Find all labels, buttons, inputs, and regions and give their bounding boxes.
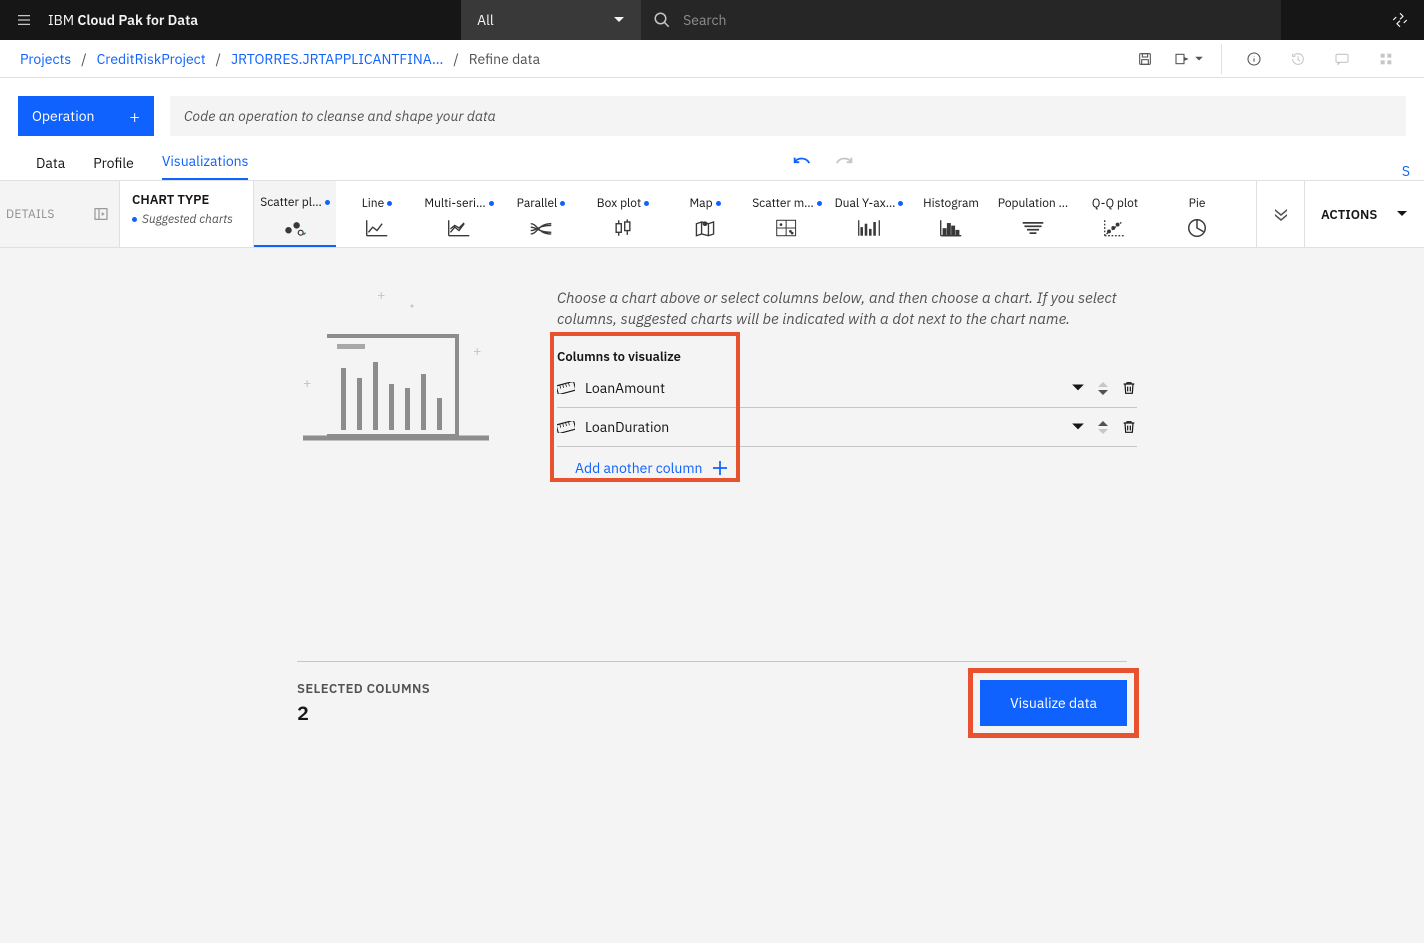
column-dropdown[interactable]: [1071, 422, 1085, 432]
breadcrumb-project[interactable]: CreditRiskProject: [97, 50, 206, 68]
hamburger-menu-icon[interactable]: [0, 0, 48, 40]
delete-column-icon[interactable]: [1121, 379, 1137, 397]
chart-type-header: CHART TYPE Suggested charts: [120, 181, 254, 247]
chevron-down-icon: [613, 16, 625, 24]
measure-icon: [557, 382, 575, 394]
details-panel-toggle[interactable]: DETAILS: [0, 181, 120, 247]
run-icon[interactable]: [1171, 43, 1207, 75]
svg-text:+: +: [377, 288, 385, 304]
columns-header: Columns to visualize: [557, 348, 1137, 365]
search-placeholder: Search: [683, 11, 726, 29]
search-input[interactable]: Search: [641, 0, 1281, 40]
operation-code-input[interactable]: Code an operation to cleanse and shape y…: [170, 96, 1406, 136]
expand-panel-icon: [93, 206, 109, 222]
chart-type-scatter-matrix[interactable]: Scatter m…: [746, 181, 828, 247]
column-name: LoanDuration: [585, 418, 669, 436]
grid-icon[interactable]: [1368, 43, 1404, 75]
breadcrumb-current: Refine data: [469, 50, 540, 68]
column-row: LoanDuration: [557, 408, 1137, 447]
chart-type-boxplot[interactable]: Box plot: [582, 181, 664, 247]
steps-link[interactable]: S: [1398, 162, 1410, 180]
instruction-text: Choose a chart above or select columns b…: [557, 288, 1137, 330]
undo-button[interactable]: [786, 148, 818, 180]
tab-data[interactable]: Data: [36, 146, 65, 180]
breadcrumb-projects[interactable]: Projects: [20, 50, 71, 68]
selected-columns-label: SELECTED COLUMNS: [297, 680, 430, 697]
chart-type-line[interactable]: Line: [336, 181, 418, 247]
tab-profile[interactable]: Profile: [93, 146, 134, 180]
add-column-button[interactable]: Add another column: [557, 447, 1137, 481]
actions-dropdown[interactable]: ACTIONS: [1304, 181, 1424, 247]
chart-type-pie[interactable]: Pie: [1156, 181, 1238, 247]
chart-type-dual-y[interactable]: Dual Y-ax…: [828, 181, 910, 247]
tab-visualizations[interactable]: Visualizations: [162, 144, 249, 180]
chart-type-parallel[interactable]: Parallel: [500, 181, 582, 247]
svg-text:+: +: [303, 374, 311, 392]
redo-button[interactable]: [828, 148, 860, 180]
brand-label: IBM Cloud Pak for Data: [48, 11, 206, 29]
plus-icon: [713, 461, 727, 475]
measure-icon: [557, 421, 575, 433]
column-name: LoanAmount: [585, 379, 665, 397]
svg-text:+: +: [473, 342, 481, 360]
chevron-down-icon: [1396, 210, 1408, 218]
delete-column-icon[interactable]: [1121, 418, 1137, 436]
history-icon[interactable]: [1280, 43, 1316, 75]
expand-charts-button[interactable]: [1256, 181, 1304, 247]
comments-icon[interactable]: [1324, 43, 1360, 75]
save-icon[interactable]: [1127, 43, 1163, 75]
assistant-icon[interactable]: [1376, 0, 1424, 40]
search-icon: [653, 11, 671, 29]
chart-type-qq[interactable]: Q-Q plot: [1074, 181, 1156, 247]
selected-columns-count: 2: [297, 699, 430, 726]
visualize-data-button[interactable]: Visualize data: [980, 680, 1127, 726]
chart-type-histogram[interactable]: Histogram: [910, 181, 992, 247]
filter-value: All: [477, 11, 494, 29]
column-reorder[interactable]: [1097, 380, 1109, 397]
info-icon[interactable]: [1236, 43, 1272, 75]
chart-placeholder-illustration: + +: [297, 288, 497, 448]
chart-type-population[interactable]: Population …: [992, 181, 1074, 247]
chart-type-map[interactable]: Map: [664, 181, 746, 247]
chart-type-multiseries[interactable]: Multi-seri…: [418, 181, 500, 247]
breadcrumb-asset[interactable]: JRTORRES.JRTAPPLICANTFINA...: [231, 50, 443, 68]
column-row: LoanAmount: [557, 369, 1137, 408]
column-reorder[interactable]: [1097, 419, 1109, 436]
operation-button[interactable]: Operation +: [18, 96, 154, 136]
column-dropdown[interactable]: [1071, 383, 1085, 393]
chart-type-scatter[interactable]: Scatter pl…: [254, 181, 336, 247]
search-filter-dropdown[interactable]: All: [461, 0, 641, 40]
